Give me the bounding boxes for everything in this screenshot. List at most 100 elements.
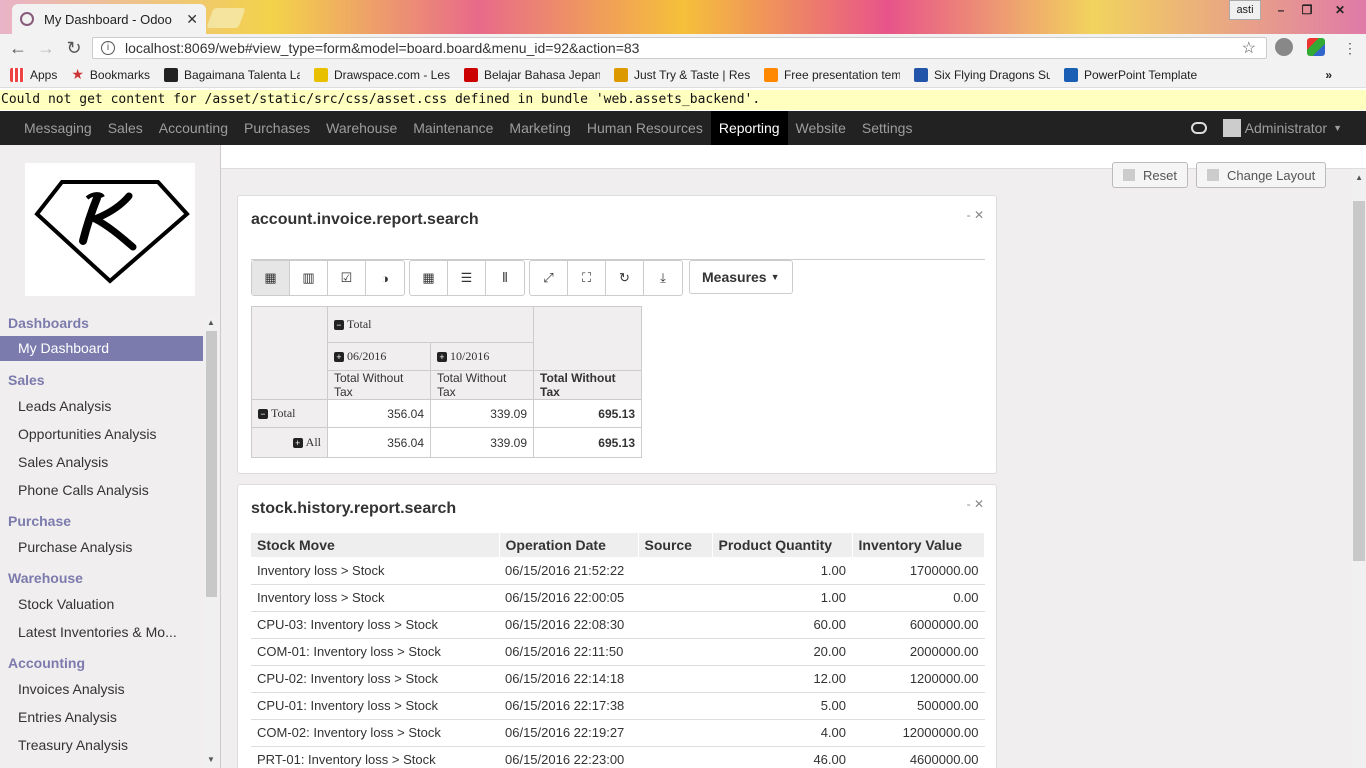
menu-reporting[interactable]: Reporting <box>710 111 788 145</box>
menu-purchases[interactable]: Purchases <box>236 111 318 145</box>
sidebar-item-opportunities-analysis[interactable]: Opportunities Analysis <box>18 426 157 442</box>
minus-icon: − <box>334 320 344 331</box>
bookmark-item[interactable]: PowerPoint Template <box>1063 67 1200 82</box>
table-row[interactable]: Inventory loss > Stock 06/15/2016 22:00:0… <box>251 584 985 612</box>
pivot-toolbar: ▦ ▥ ☑ ◑ ▦ ☰ ⦀ ⤢ ⛶ ↻ ⤓ Measures ▼ <box>251 260 793 296</box>
bookmark-item[interactable]: ★ Bookmarks <box>71 66 150 83</box>
grid-icon[interactable]: ▦ <box>410 261 448 295</box>
sidebar-item-stock-valuation[interactable]: Stock Valuation <box>18 596 114 612</box>
table-row[interactable]: CPU-02: Inventory loss > Stock 06/15/2016… <box>251 665 985 693</box>
measures-dropdown[interactable]: Measures ▼ <box>689 260 793 294</box>
close-window-icon[interactable]: ✕ <box>1325 0 1355 20</box>
back-icon[interactable]: ← <box>4 38 32 59</box>
scroll-up-icon[interactable]: ▲ <box>207 318 215 327</box>
table-row[interactable]: COM-02: Inventory loss > Stock 06/15/2016… <box>251 719 985 747</box>
menu-warehouse[interactable]: Warehouse <box>318 111 405 145</box>
panel-controls[interactable]: - ✕ <box>967 208 984 222</box>
main-scroll-up-icon[interactable]: ▲ <box>1355 173 1363 182</box>
layout-icon <box>1207 169 1219 181</box>
user-menu[interactable]: Administrator <box>1245 120 1327 136</box>
menu-settings[interactable]: Settings <box>854 111 921 145</box>
close-tab-icon[interactable]: ✕ <box>186 11 198 28</box>
view-type-group: ▦ ▥ ☑ ◑ <box>251 260 405 296</box>
sidebar-item-invoices-analysis[interactable]: Invoices Analysis <box>18 681 125 697</box>
pivot-view-icon[interactable]: ▦ <box>252 261 290 295</box>
chat-icon[interactable] <box>1190 122 1207 134</box>
sidebar-item-latest-inventories[interactable]: Latest Inventories & Mo... <box>18 624 177 640</box>
url-field[interactable]: i localhost:8069/web#view_type=form&mode… <box>92 37 1267 59</box>
bookmark-item[interactable]: Six Flying Dragons Su <box>913 67 1050 82</box>
main-scroll-thumb[interactable] <box>1353 201 1365 561</box>
column-header-source[interactable]: Source <box>638 533 713 557</box>
extension-icon[interactable] <box>1275 38 1293 56</box>
bookmark-item[interactable]: Apps <box>10 67 57 82</box>
pivot-col-06-2016[interactable]: +06/2016 <box>327 342 431 371</box>
reset-button[interactable]: Reset <box>1112 162 1188 188</box>
top-menu: Messaging Sales Accounting Purchases War… <box>0 111 1366 145</box>
menu-marketing[interactable]: Marketing <box>501 111 578 145</box>
site-icon <box>913 67 928 82</box>
chrome-app-icon[interactable] <box>1307 38 1325 56</box>
bar-chart-icon[interactable]: ▥ <box>290 261 328 295</box>
bookmark-item[interactable]: Belajar Bahasa Jepang <box>463 67 600 82</box>
sidebar-scroll-thumb[interactable] <box>206 331 217 597</box>
expand-icon[interactable]: ⤢ <box>530 261 568 295</box>
bookmark-item[interactable]: Drawspace.com - Less <box>313 67 450 82</box>
bookmark-item[interactable]: Just Try & Taste | Resc <box>613 67 750 82</box>
menu-website[interactable]: Website <box>788 111 854 145</box>
caret-down-icon[interactable]: ▼ <box>1333 123 1342 133</box>
menu-messaging[interactable]: Messaging <box>16 111 100 145</box>
user-chip[interactable]: asti <box>1229 0 1261 20</box>
menu-dots-icon[interactable]: ⋮ <box>1343 40 1357 57</box>
pivot-row-all[interactable]: + All <box>251 427 328 458</box>
sidebar-item-leads-analysis[interactable]: Leads Analysis <box>18 398 111 414</box>
sidebar-item-phone-calls-analysis[interactable]: Phone Calls Analysis <box>18 482 149 498</box>
column-header-inventory-value[interactable]: Inventory Value <box>852 533 985 557</box>
pie-chart-icon[interactable]: ◑ <box>366 261 404 295</box>
columns-icon[interactable]: ⦀ <box>486 261 524 295</box>
fullscreen-icon[interactable]: ⛶ <box>568 261 606 295</box>
asset-warning: Could not get content for /asset/static/… <box>0 90 1366 110</box>
bookmark-star-icon[interactable]: ☆ <box>1242 38 1256 58</box>
bookmark-item[interactable]: Bagaimana Talenta La <box>163 67 300 82</box>
more-bookmarks-button[interactable]: » <box>1325 68 1332 82</box>
pivot-col-10-2016[interactable]: +10/2016 <box>430 342 534 371</box>
reload-icon[interactable]: ↻ <box>60 38 88 59</box>
pivot-col-total[interactable]: − Total <box>327 306 534 343</box>
sidebar-item-treasury-analysis[interactable]: Treasury Analysis <box>18 737 128 753</box>
sidebar-item-purchase-analysis[interactable]: Purchase Analysis <box>18 539 132 555</box>
column-header-operation-date[interactable]: Operation Date <box>499 533 639 557</box>
refresh-icon[interactable]: ↻ <box>606 261 644 295</box>
pivot-row-total[interactable]: − Total <box>251 399 328 428</box>
minimize-icon[interactable]: – <box>1268 0 1294 20</box>
column-header-stock-move[interactable]: Stock Move <box>251 533 500 557</box>
new-tab-button[interactable] <box>206 8 246 28</box>
tab-title: My Dashboard - Odoo <box>44 11 172 27</box>
menu-accounting[interactable]: Accounting <box>151 111 236 145</box>
forward-icon[interactable]: → <box>32 38 60 59</box>
menu-sales[interactable]: Sales <box>100 111 151 145</box>
maximize-icon[interactable]: ❐ <box>1294 0 1320 20</box>
change-layout-button[interactable]: Change Layout <box>1196 162 1327 188</box>
menu-maintenance[interactable]: Maintenance <box>405 111 501 145</box>
bookmark-item[interactable]: Free presentation tem <box>763 67 900 82</box>
browser-tab[interactable]: My Dashboard - Odoo ✕ <box>12 4 206 34</box>
panel-controls[interactable]: - ✕ <box>967 497 984 511</box>
sidebar-item-sales-analysis[interactable]: Sales Analysis <box>18 454 108 470</box>
table-row[interactable]: PRT-01: Inventory loss > Stock 06/15/2016… <box>251 746 985 768</box>
sidebar-item-my-dashboard[interactable]: My Dashboard <box>0 336 203 361</box>
caret-down-icon: ▼ <box>770 272 780 282</box>
sidebar-item-entries-analysis[interactable]: Entries Analysis <box>18 709 117 725</box>
menu-human-resources[interactable]: Human Resources <box>579 111 711 145</box>
pivot-cell: 356.04 <box>327 399 431 428</box>
rows-icon[interactable]: ☰ <box>448 261 486 295</box>
scroll-down-icon[interactable]: ▼ <box>207 755 215 764</box>
info-icon[interactable]: i <box>101 41 115 55</box>
table-row[interactable]: CPU-01: Inventory loss > Stock 06/15/2016… <box>251 692 985 720</box>
table-row[interactable]: CPU-03: Inventory loss > Stock 06/15/2016… <box>251 611 985 639</box>
table-row[interactable]: COM-01: Inventory loss > Stock 06/15/2016… <box>251 638 985 666</box>
check-square-icon[interactable]: ☑ <box>328 261 366 295</box>
column-header-product-quantity[interactable]: Product Quantity <box>712 533 853 557</box>
download-icon[interactable]: ⤓ <box>644 261 682 295</box>
table-row[interactable]: Inventory loss > Stock 06/15/2016 21:52:2… <box>251 557 985 585</box>
